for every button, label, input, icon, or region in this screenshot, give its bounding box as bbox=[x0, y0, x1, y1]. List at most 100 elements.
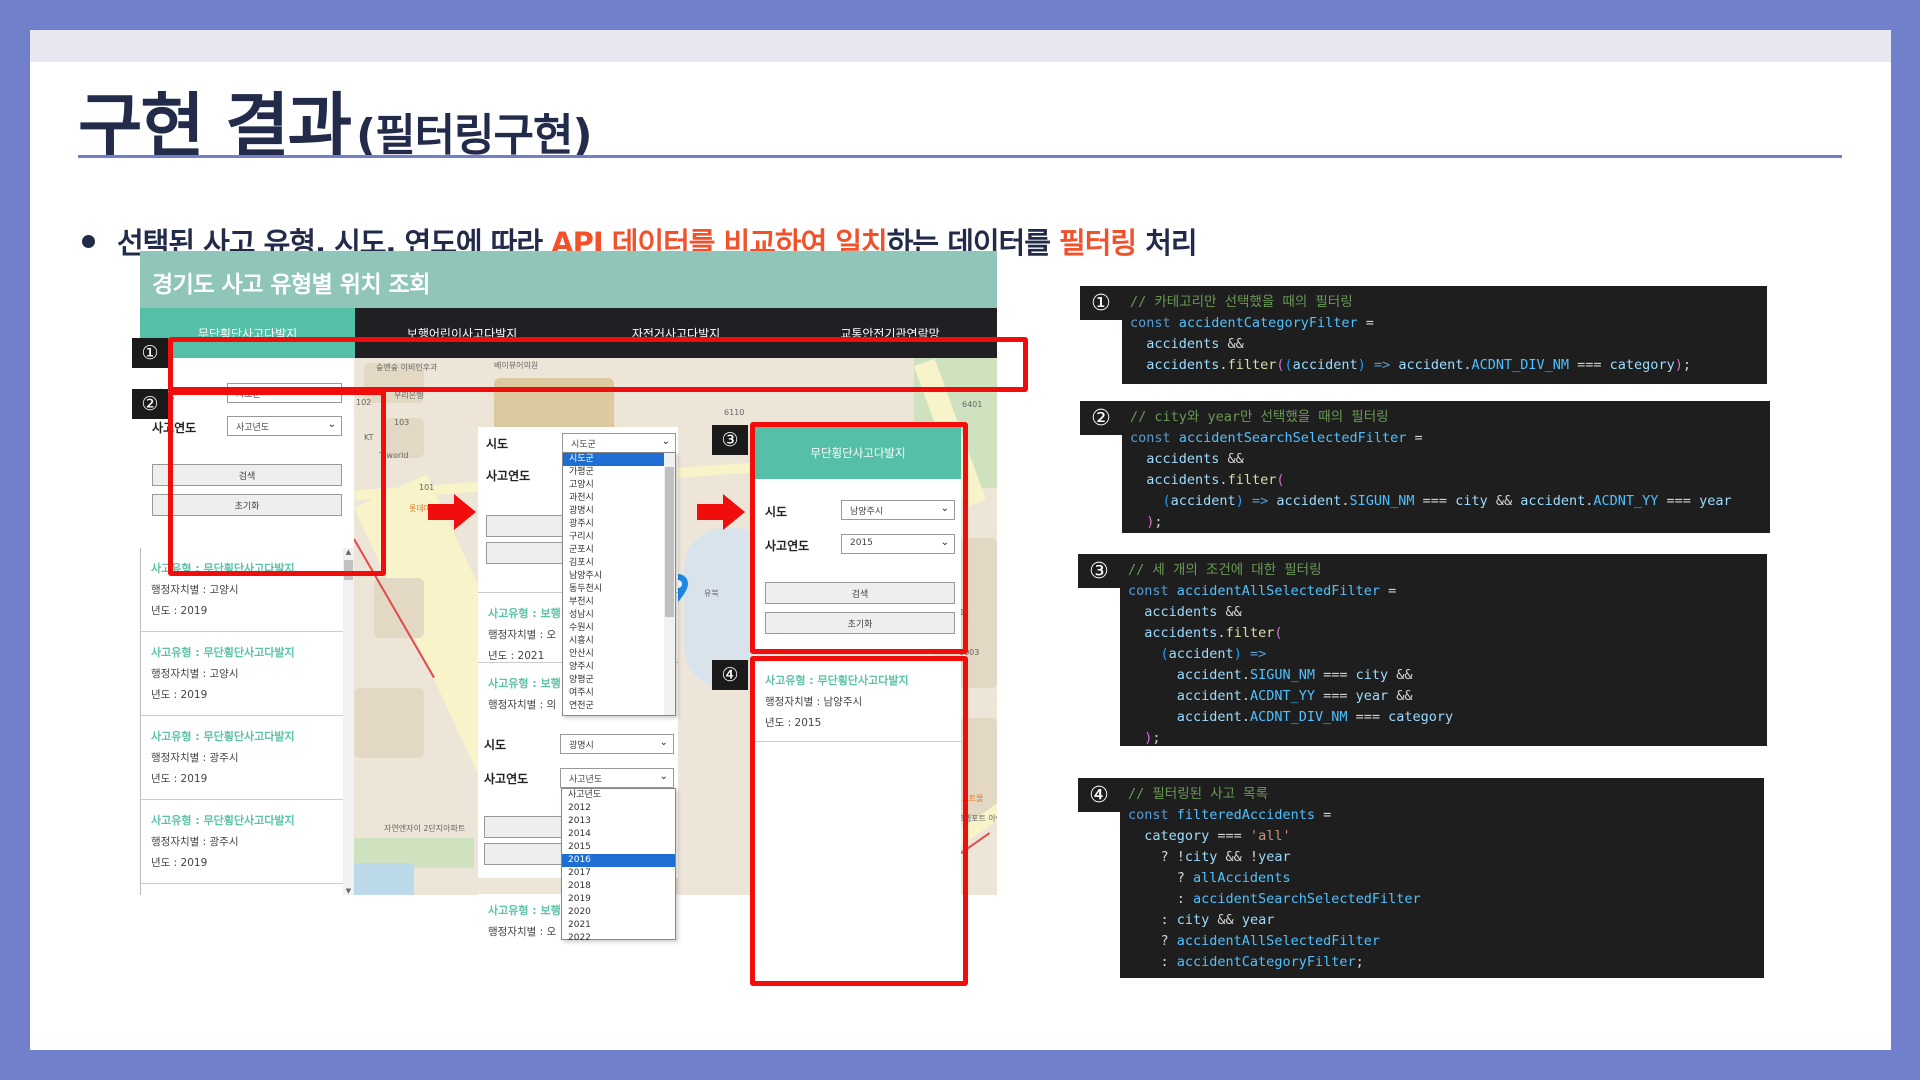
map-label: 6110 bbox=[724, 408, 745, 417]
dropdown-option[interactable]: 동두천시 bbox=[563, 583, 664, 596]
bullet-text-3: 처리 bbox=[1145, 226, 1197, 260]
code-line: const filteredAccidents = bbox=[1128, 807, 1332, 823]
map-label: 6401 bbox=[962, 400, 983, 409]
dropdown-option[interactable]: 고양시 bbox=[563, 479, 664, 492]
list-item-city: 행정자치별 : 광주시 bbox=[151, 836, 239, 848]
code-line: accident.ACDNT_DIV_NM === category bbox=[1176, 709, 1454, 725]
dropdown-option[interactable]: 부천시 bbox=[563, 596, 664, 609]
city-select[interactable]: 시도군 ⌄ bbox=[562, 433, 676, 453]
dropdown-option[interactable]: 가평군 bbox=[563, 466, 664, 479]
dropdown-option[interactable]: 과천시 bbox=[563, 492, 664, 505]
title-divider bbox=[78, 155, 1842, 158]
code-line: : city && year bbox=[1128, 912, 1275, 928]
code-line: // 카테고리만 선택했을 때의 필터링 bbox=[1130, 294, 1353, 310]
dropdown-option[interactable]: 군포시 bbox=[563, 544, 664, 557]
arrow-right-icon bbox=[697, 494, 745, 530]
dropdown-option[interactable]: 여주시 bbox=[563, 687, 664, 700]
code-line: category === 'all' bbox=[1144, 828, 1291, 844]
dropdown-option[interactable]: 안산시 bbox=[563, 648, 664, 661]
dropdown-option[interactable]: 2015 bbox=[562, 841, 675, 854]
dropdown-option[interactable]: 수원시 bbox=[563, 622, 664, 635]
dropdown-option[interactable]: 양평군 bbox=[563, 674, 664, 687]
list-item[interactable]: 사고유형 : 무단횡단사고다발지 행정자치별 : 광주시 년도 : 2019 bbox=[141, 716, 343, 800]
dropdown-option[interactable]: 2013 bbox=[562, 815, 675, 828]
list-item-year: 년도 : 2019 bbox=[151, 773, 208, 785]
city-select[interactable]: 광명시 ⌄ bbox=[560, 734, 674, 754]
code-line: (accident) => accident.SIGUN_NM === city… bbox=[1162, 493, 1732, 509]
list-item-type: 사고유형 : 무단횡단사고다발지 bbox=[151, 814, 295, 827]
chevron-down-icon: ⌄ bbox=[659, 771, 668, 782]
list-item-type: 사고유형 : 무단횡단사고다발지 bbox=[151, 730, 295, 743]
city-select-value: 시도군 bbox=[571, 440, 596, 450]
list-item-city: 행정자치별 : 고양시 bbox=[151, 668, 239, 680]
highlight-box-result bbox=[750, 656, 968, 986]
arrow-right-icon bbox=[428, 494, 476, 530]
dropdown-scrollbar[interactable] bbox=[664, 453, 675, 715]
list-scrollbar[interactable]: ▲ ▼ bbox=[343, 548, 354, 895]
dropdown-option[interactable]: 성남시 bbox=[563, 609, 664, 622]
year-dropdown-list[interactable]: 사고년도 2012 2013 2014 2015 2016 2017 2018 2019 2020… bbox=[561, 788, 676, 943]
dropdown-option[interactable]: 사고년도 bbox=[562, 789, 675, 802]
code-line: ); bbox=[1146, 514, 1163, 530]
highlight-box-tabs bbox=[168, 337, 1028, 392]
dropdown-option[interactable]: 광주시 bbox=[563, 518, 664, 531]
list-item[interactable]: 사고유형 : 무단횡단사고다발지 행정자치별 : 고양시 년도 : 2019 bbox=[141, 632, 343, 716]
dropdown-option[interactable]: 2020 bbox=[562, 906, 675, 919]
slide-top-band bbox=[30, 30, 1891, 62]
dropdown-option[interactable]: 시흥시 bbox=[563, 635, 664, 648]
code-step-label: ① bbox=[1080, 286, 1122, 320]
dropdown-option[interactable]: 2016 bbox=[562, 854, 675, 867]
dropdown-option[interactable]: 2017 bbox=[562, 867, 675, 880]
app-header: 경기도 사고 유형별 위치 조회 bbox=[140, 251, 997, 308]
dropdown-option[interactable]: 2014 bbox=[562, 828, 675, 841]
accident-list: 사고유형 : 무단횡단사고다발지 행정자치별 : 고양시 년도 : 2019 사… bbox=[140, 548, 343, 895]
dropdown-option[interactable]: 남양주시 bbox=[563, 570, 664, 583]
code-block-filtered-accidents: ④// 필터링된 사고 목록 const filteredAccidents = … bbox=[1078, 778, 1764, 978]
step-3-label: ③ bbox=[712, 425, 748, 455]
code-step-label: ④ bbox=[1078, 778, 1120, 812]
city-dropdown-list[interactable]: 시도군 가평군 고양시 과천시 광명시 광주시 구리시 군포시 김포시 남양주시 동두천시 부천시 성남… bbox=[562, 452, 676, 716]
list-item-type: 사고유형 : 무단횡단사고다발지 bbox=[151, 646, 295, 659]
list-item-year: 년도 : 2019 bbox=[151, 857, 208, 869]
dropdown-option[interactable]: 2022 bbox=[562, 932, 675, 945]
scroll-down-icon[interactable]: ▼ bbox=[343, 887, 354, 895]
code-line: const accidentCategoryFilter = bbox=[1130, 315, 1374, 331]
bullet-highlight-2: 필터링 bbox=[1059, 226, 1137, 260]
code-line: accidents && bbox=[1146, 336, 1244, 352]
step-2-label: ② bbox=[132, 389, 168, 419]
dropdown-option[interactable]: 2018 bbox=[562, 880, 675, 893]
dropdown-option[interactable]: 2012 bbox=[562, 802, 675, 815]
city-label: 시도 bbox=[484, 738, 507, 752]
code-line: : accidentSearchSelectedFilter bbox=[1128, 891, 1421, 907]
scrollbar-thumb[interactable] bbox=[665, 467, 674, 617]
code-line: const accidentAllSelectedFilter = bbox=[1128, 583, 1397, 599]
map-water bbox=[354, 863, 414, 895]
list-item-year: 년도 : 2019 bbox=[151, 605, 208, 617]
dropdown-option[interactable]: 광명시 bbox=[563, 505, 664, 518]
city-select-value: 광명시 bbox=[569, 741, 594, 751]
code-line: accident.ACDNT_YY === year && bbox=[1176, 688, 1413, 704]
dropdown-option[interactable]: 구리시 bbox=[563, 531, 664, 544]
dropdown-option[interactable]: 연천군 bbox=[563, 700, 664, 713]
dropdown-option[interactable]: 시도군 bbox=[563, 453, 664, 466]
step-4-label: ④ bbox=[712, 660, 748, 690]
map-label: 자연앤자이 2단지아파트 bbox=[384, 824, 466, 833]
code-line: accidents && bbox=[1146, 451, 1244, 467]
dropdown-option[interactable]: 2019 bbox=[562, 893, 675, 906]
code-line: // 세 개의 조건에 대한 필터링 bbox=[1128, 562, 1322, 578]
code-line: ? allAccidents bbox=[1128, 870, 1291, 886]
code-block-city-year-filter: ② // city와 year만 선택했을 때의 필터링 const acciden… bbox=[1080, 401, 1770, 533]
year-select[interactable]: 사고년도 ⌄ bbox=[560, 768, 674, 788]
bullet-dot-icon bbox=[82, 234, 95, 248]
city-label: 시도 bbox=[486, 437, 509, 451]
highlight-box-search bbox=[168, 390, 386, 576]
code-block-category-filter: ① // 카테고리만 선택했을 때의 필터링 const accidentCateg… bbox=[1080, 286, 1767, 384]
dropdown-option[interactable]: 김포시 bbox=[563, 557, 664, 570]
list-item[interactable]: 사고유형 : 무단횡단사고다발지 행정자치별 : 광주시 년도 : 2019 bbox=[141, 800, 343, 884]
code-line: ); bbox=[1144, 730, 1161, 746]
map-label: 103 bbox=[394, 418, 410, 427]
dropdown-option[interactable]: 2021 bbox=[562, 919, 675, 932]
code-block-all-filter: ③ // 세 개의 조건에 대한 필터링 const accidentAllSele… bbox=[1078, 554, 1767, 746]
dropdown-option[interactable]: 양주시 bbox=[563, 661, 664, 674]
code-line: // 필터링된 사고 목록 bbox=[1128, 786, 1268, 802]
